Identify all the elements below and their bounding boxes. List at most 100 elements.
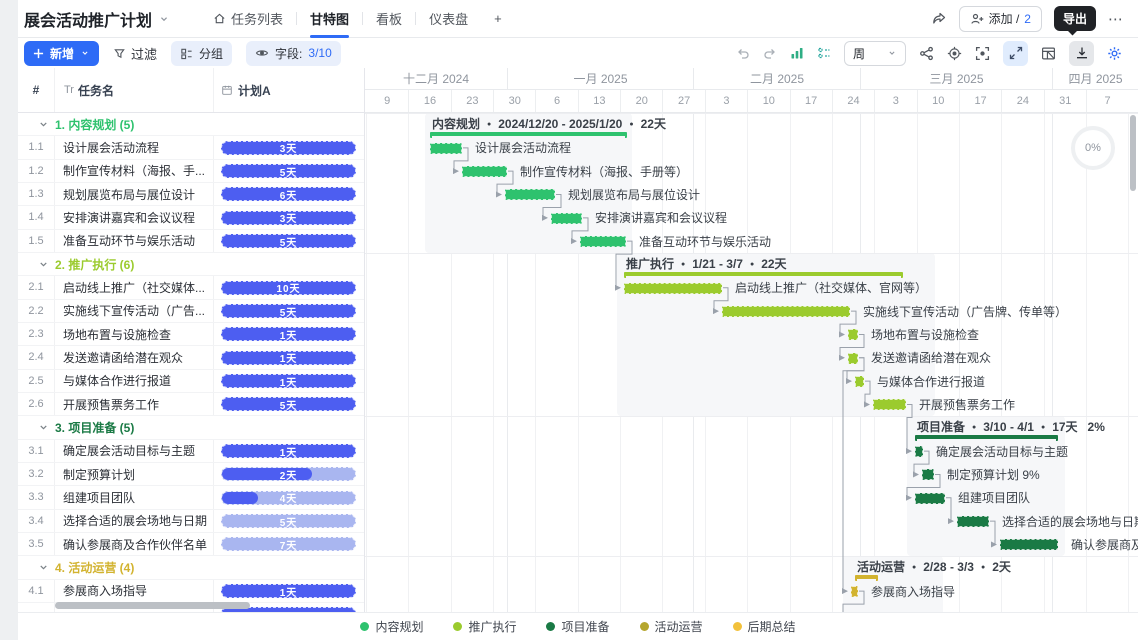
group-header-row[interactable]: 4. 活动运营 (4) bbox=[18, 556, 364, 579]
locate-target-icon[interactable] bbox=[947, 46, 962, 61]
vertical-scrollbar[interactable] bbox=[1130, 115, 1136, 191]
group-header-row[interactable]: 1. 内容规划 (5) bbox=[18, 113, 364, 136]
task-row[interactable]: 3.3组建项目团队4天 bbox=[18, 486, 364, 509]
fields-button[interactable]: 字段: 3/10 bbox=[246, 41, 341, 66]
top-bar: 展会活动推广计划 任务列表 甘特图 看板 仪表盘 + 添加 / 2 导出 ⋯ bbox=[18, 0, 1138, 38]
tab-task-list[interactable]: 任务列表 bbox=[200, 0, 296, 38]
task-row[interactable]: 2.5与媒体合作进行报道1天 bbox=[18, 370, 364, 393]
task-row[interactable]: 2.6开展预售票务工作5天 bbox=[18, 393, 364, 416]
time-scale-select[interactable]: 周 bbox=[844, 41, 906, 66]
timeline-week: 20 bbox=[620, 90, 662, 112]
task-row[interactable]: 2.3场地布置与设施检查1天 bbox=[18, 323, 364, 346]
gantt-body: 内容规划●2024/12/20 - 2025/1/20●22天设计展会活动流程制… bbox=[365, 113, 1138, 612]
chart-view-icon[interactable] bbox=[790, 46, 804, 60]
task-name: 开展预售票务工作 bbox=[55, 393, 214, 415]
group-icon bbox=[180, 47, 193, 60]
column-header-name[interactable]: Tr 任务名 bbox=[55, 68, 214, 112]
duration-pill[interactable]: 10天 bbox=[221, 281, 356, 295]
duration-pill[interactable]: 4天 bbox=[221, 491, 356, 505]
column-header-number[interactable]: # bbox=[18, 68, 55, 112]
duration-pill[interactable]: 3天 bbox=[221, 211, 356, 225]
group-header-row[interactable]: 3. 项目准备 (5) bbox=[18, 416, 364, 439]
duration-pill[interactable]: 1天 bbox=[221, 444, 356, 458]
task-row[interactable]: 1.5准备互动环节与娱乐活动5天 bbox=[18, 230, 364, 253]
task-number: 4.1 bbox=[18, 580, 55, 602]
chevron-down-icon bbox=[38, 422, 49, 433]
timeline-week: 6 bbox=[535, 90, 577, 112]
task-plan-cell: 5天 bbox=[214, 160, 364, 182]
duration-pill[interactable]: 7天 bbox=[221, 537, 356, 551]
horizontal-scrollbar[interactable] bbox=[55, 602, 250, 609]
title-chevron-down-icon[interactable] bbox=[158, 13, 170, 25]
task-row[interactable]: 1.4安排演讲嘉宾和会议议程3天 bbox=[18, 206, 364, 229]
task-number: 1.4 bbox=[18, 206, 55, 228]
duration-pill[interactable]: 1天 bbox=[221, 584, 356, 598]
task-row[interactable]: 1.1设计展会活动流程3天 bbox=[18, 136, 364, 159]
timeline-week: 16 bbox=[408, 90, 450, 112]
task-row[interactable]: 3.4选择合适的展会场地与日期5天 bbox=[18, 510, 364, 533]
task-plan-cell: 5天 bbox=[214, 300, 364, 322]
task-name: 制作宣传材料（海报、手... bbox=[55, 160, 214, 182]
task-name: 实施线下宣传活动（广告... bbox=[55, 300, 214, 322]
task-plan-cell: 4天 bbox=[214, 486, 364, 508]
timeline-week: 17 bbox=[790, 90, 832, 112]
duration-pill[interactable]: 1天 bbox=[221, 351, 356, 365]
column-header-plan[interactable]: 计划A bbox=[214, 68, 364, 112]
duration-pill[interactable]: 5天 bbox=[221, 234, 356, 248]
share-network-icon[interactable] bbox=[919, 46, 934, 61]
legend-item: 内容规划 bbox=[360, 618, 423, 635]
task-row[interactable]: 1.3规划展览布局与展位设计6天 bbox=[18, 183, 364, 206]
duration-pill[interactable]: 3天 bbox=[221, 141, 356, 155]
task-row[interactable]: 3.1确定展会活动目标与主题1天 bbox=[18, 440, 364, 463]
task-row[interactable]: 2.1启动线上推广（社交媒体...10天 bbox=[18, 276, 364, 299]
duration-pill[interactable]: 5天 bbox=[221, 304, 356, 318]
task-row[interactable]: 2.4发送邀请函给潜在观众1天 bbox=[18, 346, 364, 369]
duration-pill[interactable]: 1天 bbox=[221, 374, 356, 388]
task-plan-cell: 1天 bbox=[214, 580, 364, 602]
legend-dot bbox=[733, 622, 742, 631]
task-plan-cell: 7天 bbox=[214, 533, 364, 555]
task-row[interactable]: 3.5确认参展商及合作伙伴名单7天 bbox=[18, 533, 364, 556]
more-menu-icon[interactable]: ⋯ bbox=[1108, 10, 1124, 28]
duration-text: 10天 bbox=[222, 282, 355, 294]
export-download-icon[interactable] bbox=[1069, 41, 1094, 66]
focus-icon[interactable] bbox=[975, 46, 990, 61]
duration-pill[interactable]: 5天 bbox=[221, 514, 356, 528]
task-row[interactable]: 1.2制作宣传材料（海报、手...5天 bbox=[18, 160, 364, 183]
duration-text: 7天 bbox=[222, 538, 355, 550]
tab-gantt[interactable]: 甘特图 bbox=[297, 0, 362, 38]
duration-pill[interactable]: 1天 bbox=[221, 327, 356, 341]
task-number: 2.2 bbox=[18, 300, 55, 322]
settings-gear-icon[interactable] bbox=[1107, 46, 1122, 61]
redo-icon[interactable] bbox=[763, 46, 777, 60]
hide-table-icon[interactable] bbox=[1041, 46, 1056, 61]
new-task-button[interactable]: 新增 bbox=[24, 41, 99, 66]
task-number: 1.3 bbox=[18, 183, 55, 205]
duration-pill[interactable]: 5天 bbox=[221, 164, 356, 178]
tab-add[interactable]: + bbox=[481, 0, 515, 38]
filter-button[interactable]: 过滤 bbox=[113, 44, 157, 63]
task-row[interactable]: 3.2制定预算计划2天 bbox=[18, 463, 364, 486]
task-row[interactable]: 2.2实施线下宣传活动（广告... 5天 bbox=[18, 300, 364, 323]
timeline-month: 十二月 2024 bbox=[365, 68, 507, 89]
tab-board[interactable]: 看板 bbox=[363, 0, 415, 38]
duration-pill[interactable]: 5天 bbox=[221, 397, 356, 411]
timeline-week: 13 bbox=[578, 90, 620, 112]
group-header-row[interactable]: 2. 推广执行 (6) bbox=[18, 253, 364, 276]
duration-pill[interactable]: 6天 bbox=[221, 187, 356, 201]
plus-icon bbox=[33, 48, 44, 59]
gantt-chart: 十二月 2024一月 2025二月 2025三月 2025四月 2025 916… bbox=[365, 68, 1138, 612]
group-by-button[interactable]: 分组 bbox=[171, 41, 232, 66]
undo-icon[interactable] bbox=[736, 46, 750, 60]
fullscreen-icon[interactable] bbox=[1003, 41, 1028, 66]
member-count: 2 bbox=[1024, 12, 1031, 26]
duration-pill[interactable]: 2天 bbox=[221, 467, 356, 481]
task-row[interactable]: 4.1参展商入场指导1天 bbox=[18, 580, 364, 603]
legend-label: 后期总结 bbox=[748, 618, 796, 635]
tab-dashboard[interactable]: 仪表盘 bbox=[416, 0, 481, 38]
add-member-button[interactable]: 添加 / 2 bbox=[959, 6, 1042, 32]
share-forward-icon[interactable] bbox=[931, 11, 947, 27]
milestone-list-icon[interactable] bbox=[817, 46, 831, 60]
timeline-months: 十二月 2024一月 2025二月 2025三月 2025四月 2025 bbox=[365, 68, 1138, 90]
task-name: 选择合适的展会场地与日期 bbox=[55, 510, 214, 532]
